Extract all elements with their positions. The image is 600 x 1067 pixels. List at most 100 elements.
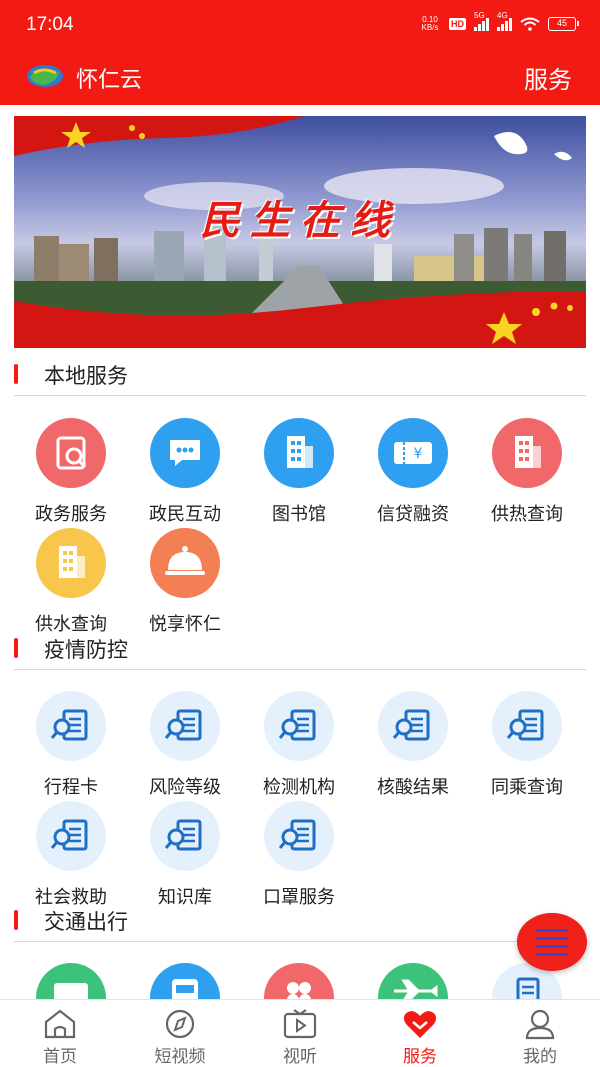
signal-4g-label: 4G: [497, 11, 508, 20]
search-document-icon: [150, 691, 220, 761]
service-label: 供热查询: [491, 504, 563, 525]
signal-5g-icon: 5G: [474, 11, 489, 31]
nav-label: 视听: [283, 1047, 317, 1067]
hd-badge: HD: [449, 18, 466, 30]
net-speed-unit: KB/s: [421, 23, 439, 32]
service-heating-query[interactable]: 供热查询: [470, 418, 584, 528]
service-water-query[interactable]: 供水查询: [14, 528, 128, 638]
epidemic-label: 核酸结果: [377, 777, 449, 798]
building-icon: [264, 418, 334, 488]
compass-icon: [165, 1009, 195, 1039]
search-document-icon: [264, 801, 334, 871]
section-epidemic-header: 疫情防控: [14, 630, 586, 670]
epidemic-label: 风险等级: [149, 777, 221, 798]
search-document-icon: [150, 801, 220, 871]
search-document-icon: [264, 691, 334, 761]
epidemic-item-social-assistance[interactable]: 社会救助: [14, 801, 128, 911]
user-icon: [525, 1009, 555, 1040]
service-label: 图书馆: [272, 504, 326, 525]
menu-icon: [536, 945, 568, 948]
search-document-icon: [36, 801, 106, 871]
bus-icon: [150, 963, 220, 999]
card-icon: [36, 963, 106, 999]
service-credit-finance[interactable]: ¥ 信贷融资: [356, 418, 470, 528]
status-bar: 17:04 0.10 KB/s HD 5G 4G 45: [0, 0, 600, 50]
traffic-item[interactable]: [356, 963, 470, 999]
epidemic-item-trip-card[interactable]: 行程卡: [14, 691, 128, 801]
section-marker: [14, 364, 18, 384]
airplane-icon: [378, 963, 448, 999]
traffic-item[interactable]: [242, 963, 356, 999]
search-document-icon: [36, 691, 106, 761]
epidemic-item-risk-level[interactable]: 风险等级: [128, 691, 242, 801]
status-icons: 0.10 KB/s HD 5G 4G 45: [419, 11, 579, 32]
government-service-icon: [36, 418, 106, 488]
heart-icon: [403, 1011, 437, 1038]
section-local-services-header: 本地服务: [14, 356, 586, 396]
bottom-nav: 首页 短视频 视听 服务 我的: [0, 999, 600, 1067]
section-marker: [14, 638, 18, 658]
epidemic-item-nucleic-results[interactable]: 核酸结果: [356, 691, 470, 801]
status-time: 17:04: [26, 14, 74, 35]
section-marker: [14, 910, 18, 930]
apps-icon: [264, 963, 334, 999]
epidemic-label: 同乘查询: [491, 777, 563, 798]
section-title: 本地服务: [44, 364, 128, 388]
epidemic-item-knowledge-base[interactable]: 知识库: [128, 801, 242, 911]
banner[interactable]: 民生在线: [14, 116, 586, 348]
top-header: 17:04 0.10 KB/s HD 5G 4G 45 怀仁云 服务: [0, 0, 600, 105]
nav-label: 首页: [43, 1047, 77, 1067]
service-label: 信贷融资: [377, 504, 449, 525]
battery-level: 45: [556, 18, 567, 28]
nav-item-mine[interactable]: 我的: [480, 1000, 600, 1067]
epidemic-item-mask-service[interactable]: 口罩服务: [242, 801, 356, 911]
nav-item-home[interactable]: 首页: [0, 1000, 120, 1067]
service-label: 政民互动: [149, 504, 221, 525]
section-title: 交通出行: [44, 910, 128, 934]
page-title-service: 服务: [524, 66, 572, 94]
epidemic-item-same-ride-query[interactable]: 同乘查询: [470, 691, 584, 801]
app-bar: 怀仁云 服务: [0, 50, 600, 105]
wifi-icon: [520, 17, 540, 31]
banner-title: 民生在线: [200, 197, 400, 244]
epidemic-label: 行程卡: [44, 777, 98, 798]
home-icon: [44, 1009, 76, 1039]
app-title: 怀仁云: [76, 68, 143, 93]
signal-5g-label: 5G: [474, 11, 485, 20]
nav-item-audio-video[interactable]: 视听: [240, 1000, 360, 1067]
svg-text:¥: ¥: [414, 446, 423, 462]
tv-play-icon: [283, 1009, 317, 1039]
section-title: 疫情防控: [44, 638, 128, 662]
chat-icon: [150, 418, 220, 488]
traffic-item[interactable]: [14, 963, 128, 999]
nav-label: 短视频: [154, 1047, 206, 1067]
service-label: 政务服务: [35, 504, 107, 525]
app-logo-icon[interactable]: [26, 63, 64, 89]
nav-label: 服务: [403, 1047, 437, 1067]
ticket-yen-icon: ¥: [378, 418, 448, 488]
nav-item-service[interactable]: 服务: [360, 1000, 480, 1067]
traffic-item[interactable]: [128, 963, 242, 999]
menu-icon: [536, 937, 568, 940]
service-interaction[interactable]: 政民互动: [128, 418, 242, 528]
section-traffic-header: 交通出行: [14, 902, 586, 942]
net-speed: 0.10 KB/s: [419, 16, 441, 32]
service-library[interactable]: 图书馆: [242, 418, 356, 528]
battery-icon: 45: [548, 17, 579, 31]
menu-icon: [536, 953, 568, 956]
traffic-grid: [14, 963, 586, 999]
nav-item-short-video[interactable]: 短视频: [120, 1000, 240, 1067]
epidemic-label: 检测机构: [263, 777, 335, 798]
service-enjoy-huairen[interactable]: 悦享怀仁: [128, 528, 242, 638]
search-document-icon: [378, 691, 448, 761]
nav-label: 我的: [523, 1047, 557, 1067]
epidemic-item-test-institutions[interactable]: 检测机构: [242, 691, 356, 801]
floating-menu-button[interactable]: [517, 913, 587, 971]
food-cloche-icon: [150, 528, 220, 598]
signal-4g-icon: 4G: [497, 11, 512, 31]
traffic-item[interactable]: [470, 963, 584, 999]
service-government[interactable]: 政务服务: [14, 418, 128, 528]
building-icon: [36, 528, 106, 598]
search-document-icon: [492, 691, 562, 761]
menu-icon: [536, 929, 568, 932]
